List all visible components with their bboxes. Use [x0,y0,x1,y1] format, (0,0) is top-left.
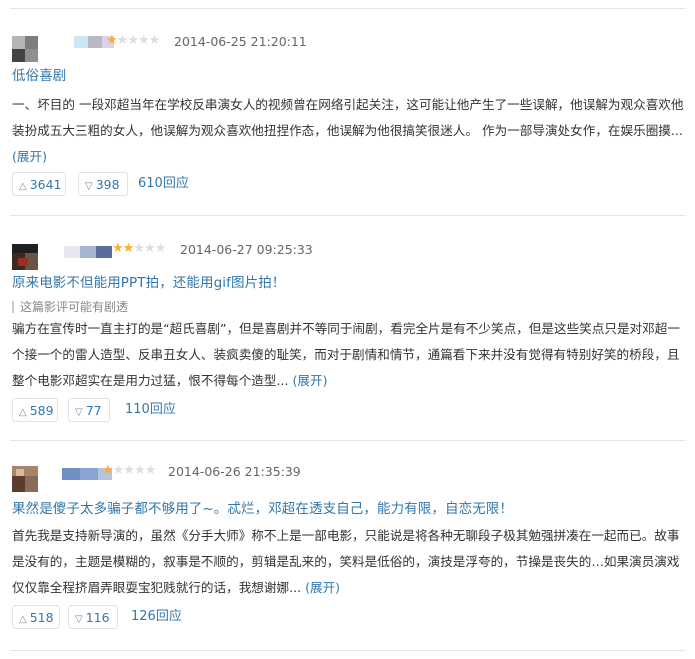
review-content: 首先我是支持新导演的，虽然《分手大师》称不上是一部电影，只能说是将各种无聊段子极… [12,523,687,601]
down-arrow-icon: ▽ [75,407,83,418]
useless-button[interactable]: ▽ 77 [68,398,110,422]
star-empty-icon: ★ [116,33,129,48]
useless-button[interactable]: ▽ 398 [78,172,128,196]
expand-link[interactable]: (展开) [292,373,327,388]
star-empty-icon: ★ [143,241,156,256]
star-empty-icon: ★ [148,33,161,48]
reply-link[interactable]: 126回应 [131,605,182,629]
review-title[interactable]: 原来电影不但能用PPT拍，还能用gif图片拍！ [12,271,285,291]
review-excerpt: 一、坏目的 一段邓超当年在学校反串演女人的视频曾在网络引起关注，这可能让他产生了… [12,97,684,138]
review-time: 2014-06-26 21:35:39 [168,464,301,479]
avatar[interactable] [12,36,38,62]
star-filled-icon: ★ [102,463,114,478]
bottom-divider [10,650,685,651]
review-content: 一、坏目的 一段邓超当年在学校反串演女人的视频曾在网络引起关注，这可能让他产生了… [12,92,687,170]
down-arrow-icon: ▽ [85,181,93,192]
up-arrow-icon: △ [19,407,27,418]
rating-stars: ★★★★★ [102,463,157,478]
review-time: 2014-06-25 21:20:11 [174,34,307,49]
review-excerpt: 首先我是支持新导演的，虽然《分手大师》称不上是一部电影，只能说是将各种无聊段子极… [12,528,680,595]
useful-button[interactable]: △ 589 [12,398,58,422]
up-arrow-icon: △ [19,614,27,625]
useful-count: 3641 [29,177,62,192]
star-empty-icon: ★ [133,463,146,478]
review-header: ★★★★★ 2014-06-25 21:20:11 [12,33,692,62]
useless-count: 116 [85,610,110,625]
expand-link[interactable]: (展开) [12,149,47,164]
up-arrow-icon: △ [19,181,27,192]
username[interactable] [64,246,112,258]
top-divider [10,8,685,9]
review-header: ★★★★★ 2014-06-26 21:35:39 [12,463,692,492]
reply-link[interactable]: 110回应 [125,398,176,422]
down-arrow-icon: ▽ [75,614,83,625]
rating-stars: ★★★★★ [106,33,161,48]
avatar[interactable] [12,466,38,492]
review-content: 骗方在宣传时一直主打的是“超氏喜剧”，但是喜剧并不等同于闹剧，看完全片是有不少笑… [12,316,687,394]
review-title[interactable]: 低俗喜剧 [12,64,66,84]
star-empty-icon: ★ [123,463,135,478]
spoiler-warning: 这篇影评可能有剧透 [12,301,128,313]
useful-count: 589 [29,403,54,418]
useless-count: 77 [85,403,102,418]
useless-count: 398 [95,177,120,192]
review-divider [10,440,685,441]
avatar[interactable] [12,244,38,270]
review-divider [10,215,685,216]
star-empty-icon: ★ [112,463,125,478]
reply-link[interactable]: 610回应 [138,172,189,196]
review-header: ★★★★★ 2014-06-27 09:25:33 [12,241,692,270]
star-empty-icon: ★ [127,33,139,48]
review-excerpt: 骗方在宣传时一直主打的是“超氏喜剧”，但是喜剧并不等同于闹剧，看完全片是有不少笑… [12,321,680,388]
useless-button[interactable]: ▽ 116 [68,605,118,629]
useful-button[interactable]: △ 3641 [12,172,66,196]
star-filled-icon: ★ [122,241,135,256]
review-time: 2014-06-27 09:25:33 [180,242,313,257]
star-empty-icon: ★ [133,241,145,256]
expand-link[interactable]: (展开) [305,580,340,595]
useful-count: 518 [29,610,54,625]
rating-stars: ★★★★★ [112,241,167,256]
useful-button[interactable]: △ 518 [12,605,60,629]
star-empty-icon: ★ [144,463,157,478]
star-filled-icon: ★ [112,241,124,256]
star-filled-icon: ★ [106,33,118,48]
review-title[interactable]: 果然是傻子太多骗子都不够用了~。忒烂，邓超在透支自己，能力有限，自恋无限！ [12,497,513,517]
star-empty-icon: ★ [137,33,150,48]
star-empty-icon: ★ [154,241,167,256]
